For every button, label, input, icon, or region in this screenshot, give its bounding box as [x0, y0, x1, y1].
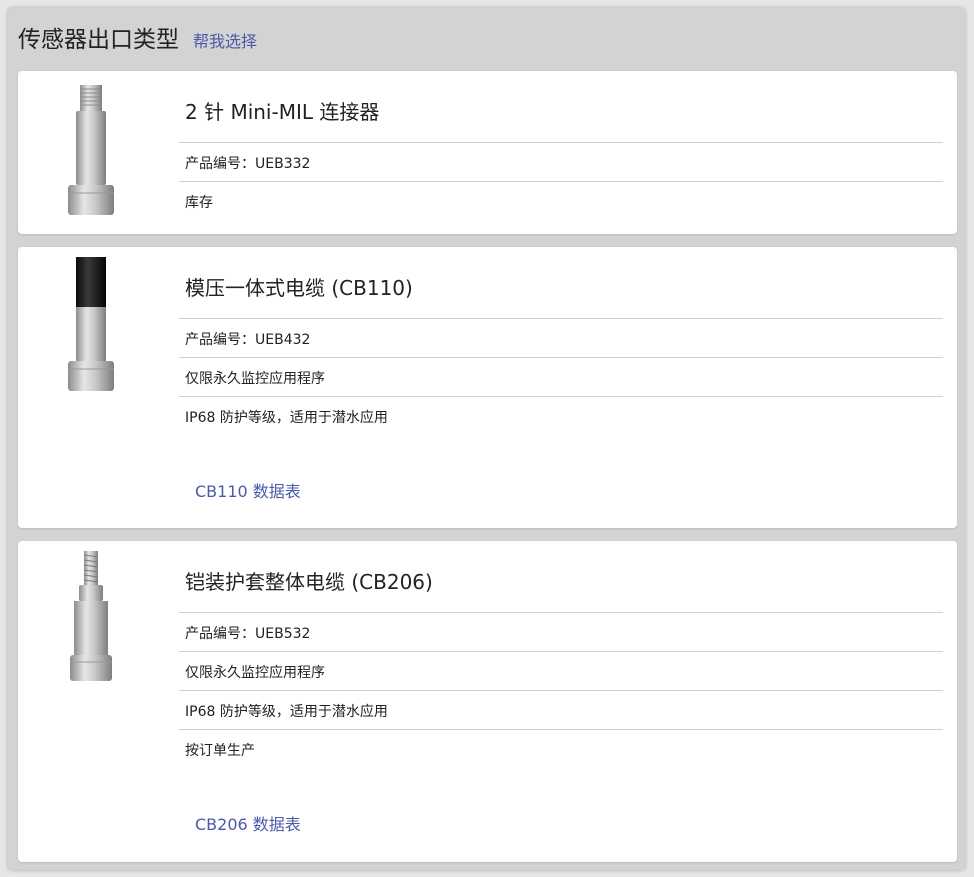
sensor-exit-type-panel: 传感器出口类型 帮我选择 2 针 Mini-MIL 连接器 产品编号：UEB33…: [8, 8, 965, 870]
product-note: IP68 防护等级，适用于潜水应用: [179, 690, 943, 729]
sensor-molded-cable-image: [68, 257, 114, 391]
product-name: 铠装护套整体电缆 (CB206): [185, 570, 433, 594]
help-me-choose-link[interactable]: 帮我选择: [193, 28, 257, 52]
product-note: IP68 防护等级，适用于潜水应用: [179, 396, 943, 435]
product-note: 仅限永久监控应用程序: [179, 651, 943, 690]
product-card-molded-cable[interactable]: 模压一体式电缆 (CB110) 产品编号：UEB432 仅限永久监控应用程序 I…: [18, 247, 957, 528]
product-card-connector[interactable]: 2 针 Mini-MIL 连接器 产品编号：UEB332 库存: [18, 71, 957, 234]
datasheet-link-cb110[interactable]: CB110 数据表: [195, 478, 301, 502]
product-name: 2 针 Mini-MIL 连接器: [185, 100, 380, 124]
part-number: 产品编号：UEB432: [179, 318, 943, 357]
product-note: 库存: [179, 181, 943, 220]
product-name: 模压一体式电缆 (CB110): [185, 276, 413, 300]
sensor-armored-cable-image: [70, 551, 112, 681]
part-number: 产品编号：UEB532: [179, 612, 943, 651]
sensor-connector-image: [68, 85, 114, 215]
product-info: 模压一体式电缆 (CB110) 产品编号：UEB432 仅限永久监控应用程序 I…: [179, 247, 943, 435]
product-info: 2 针 Mini-MIL 连接器 产品编号：UEB332 库存: [179, 71, 943, 220]
part-number: 产品编号：UEB332: [179, 142, 943, 181]
product-info: 铠装护套整体电缆 (CB206) 产品编号：UEB532 仅限永久监控应用程序 …: [179, 541, 943, 768]
panel-title: 传感器出口类型: [18, 27, 179, 53]
product-note: 仅限永久监控应用程序: [179, 357, 943, 396]
product-note: 按订单生产: [179, 729, 943, 768]
product-card-armored-cable[interactable]: 铠装护套整体电缆 (CB206) 产品编号：UEB532 仅限永久监控应用程序 …: [18, 541, 957, 862]
panel-header: 传感器出口类型 帮我选择: [18, 20, 257, 56]
datasheet-link-cb206[interactable]: CB206 数据表: [195, 811, 301, 835]
